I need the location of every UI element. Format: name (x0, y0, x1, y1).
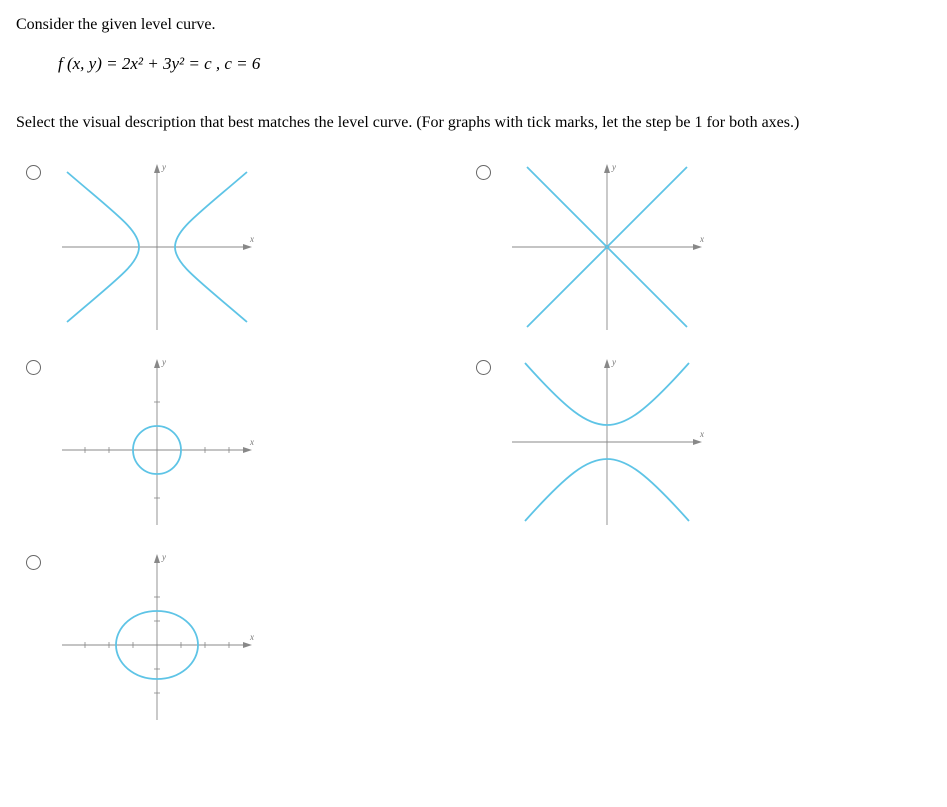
graph-ellipse: x y (57, 550, 257, 725)
option-d: x y (476, 355, 916, 530)
level-curve-equation: f (x, y) = 2x² + 3y² = c , c = 6 (58, 54, 931, 74)
option-c: x y (26, 355, 466, 530)
y-axis-label: y (611, 357, 616, 367)
radio-b[interactable] (476, 165, 491, 180)
graph-hyperbola-ud: x y (507, 355, 707, 530)
radio-a[interactable] (26, 165, 41, 180)
option-a: x y (26, 160, 466, 335)
x-axis-label: x (249, 632, 254, 642)
radio-e[interactable] (26, 555, 41, 570)
option-b: x y (476, 160, 916, 335)
y-axis-label: y (161, 162, 166, 172)
x-axis-label: x (699, 234, 704, 244)
y-axis-label: y (161, 552, 166, 562)
graph-intersecting-lines: x y (507, 160, 707, 335)
graph-hyperbola-lr: x y (57, 160, 257, 335)
question-prompt-2: Select the visual description that best … (16, 114, 931, 132)
radio-c[interactable] (26, 360, 41, 375)
y-axis-label: y (611, 162, 616, 172)
option-e: x y (26, 550, 466, 725)
graph-small-circle: x y (57, 355, 257, 530)
x-axis-label: x (249, 234, 254, 244)
question-prompt-1: Consider the given level curve. (16, 16, 931, 34)
x-axis-label: x (249, 437, 254, 447)
radio-d[interactable] (476, 360, 491, 375)
options-grid: x y x y (26, 160, 931, 725)
x-axis-label: x (699, 429, 704, 439)
y-axis-label: y (161, 357, 166, 367)
